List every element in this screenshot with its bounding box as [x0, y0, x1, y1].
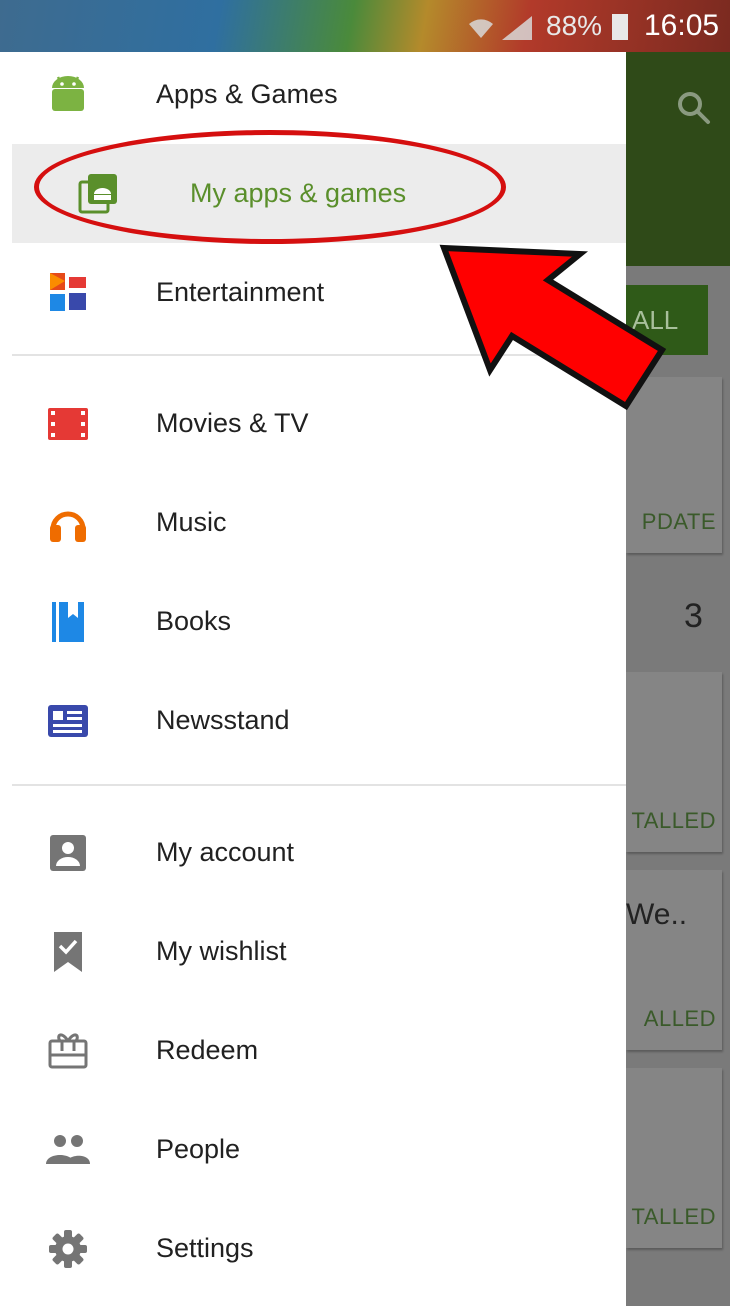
android-icon	[52, 76, 84, 111]
drawer-item-my-account[interactable]: My account	[12, 803, 626, 902]
drawer-item-people[interactable]: People	[12, 1100, 626, 1199]
drawer-item-my-wishlist[interactable]: My wishlist	[12, 902, 626, 1001]
gift-card-icon	[48, 1033, 88, 1069]
installed-label: TALLED	[631, 1204, 716, 1229]
drawer-item-label: Music	[156, 507, 227, 537]
installed-label: TALLED	[631, 808, 716, 833]
background-card: ALLED	[626, 870, 722, 1050]
drawer-item-label: My account	[156, 837, 295, 867]
drawer-item-label: People	[156, 1134, 241, 1164]
film-icon	[48, 408, 88, 440]
drawer-item-label: My wishlist	[156, 936, 287, 966]
drawer-item-label: Newsstand	[156, 705, 290, 735]
battery-percent: 88%	[546, 10, 603, 41]
wishlist-icon	[54, 932, 82, 972]
headphones-icon	[50, 511, 86, 542]
background-card: TALLED	[626, 1068, 722, 1248]
drawer-item-settings[interactable]: Settings	[12, 1199, 626, 1298]
drawer-item-label: Apps & Games	[156, 79, 338, 109]
newsstand-icon	[48, 705, 88, 737]
drawer-item-redeem[interactable]: Redeem	[12, 1001, 626, 1100]
battery-icon	[612, 14, 628, 40]
pointer-arrow-icon	[439, 244, 667, 411]
signal-icon	[502, 16, 532, 40]
drawer-item-label: Books	[156, 606, 232, 636]
drawer-divider	[12, 784, 626, 786]
highlight-ring	[34, 130, 506, 244]
update-label: PDATE	[641, 509, 716, 534]
drawer-item-label: Movies & TV	[156, 408, 309, 438]
entertainment-icon	[50, 273, 86, 311]
clock: 16:05	[644, 9, 720, 42]
installed-label: ALLED	[643, 1006, 716, 1031]
drawer-item-apps-games[interactable]: Apps & Games	[12, 45, 626, 144]
book-icon	[52, 602, 84, 642]
update-count: 3	[684, 597, 703, 635]
account-icon	[50, 835, 86, 871]
search-icon	[678, 92, 710, 124]
drawer-item-books[interactable]: Books	[12, 572, 626, 671]
people-icon	[46, 1135, 90, 1164]
drawer-item-label: Settings	[156, 1233, 254, 1263]
background-card: TALLED	[626, 672, 722, 852]
app-title-truncated: We..	[626, 898, 688, 931]
gear-icon	[49, 1230, 87, 1268]
drawer-item-label: Entertainment	[156, 277, 325, 307]
wifi-icon	[469, 19, 493, 38]
drawer-item-music[interactable]: Music	[12, 473, 626, 572]
drawer-item-newsstand[interactable]: Newsstand	[12, 671, 626, 770]
drawer-item-label: Redeem	[156, 1035, 259, 1065]
background-toolbar	[626, 52, 730, 266]
